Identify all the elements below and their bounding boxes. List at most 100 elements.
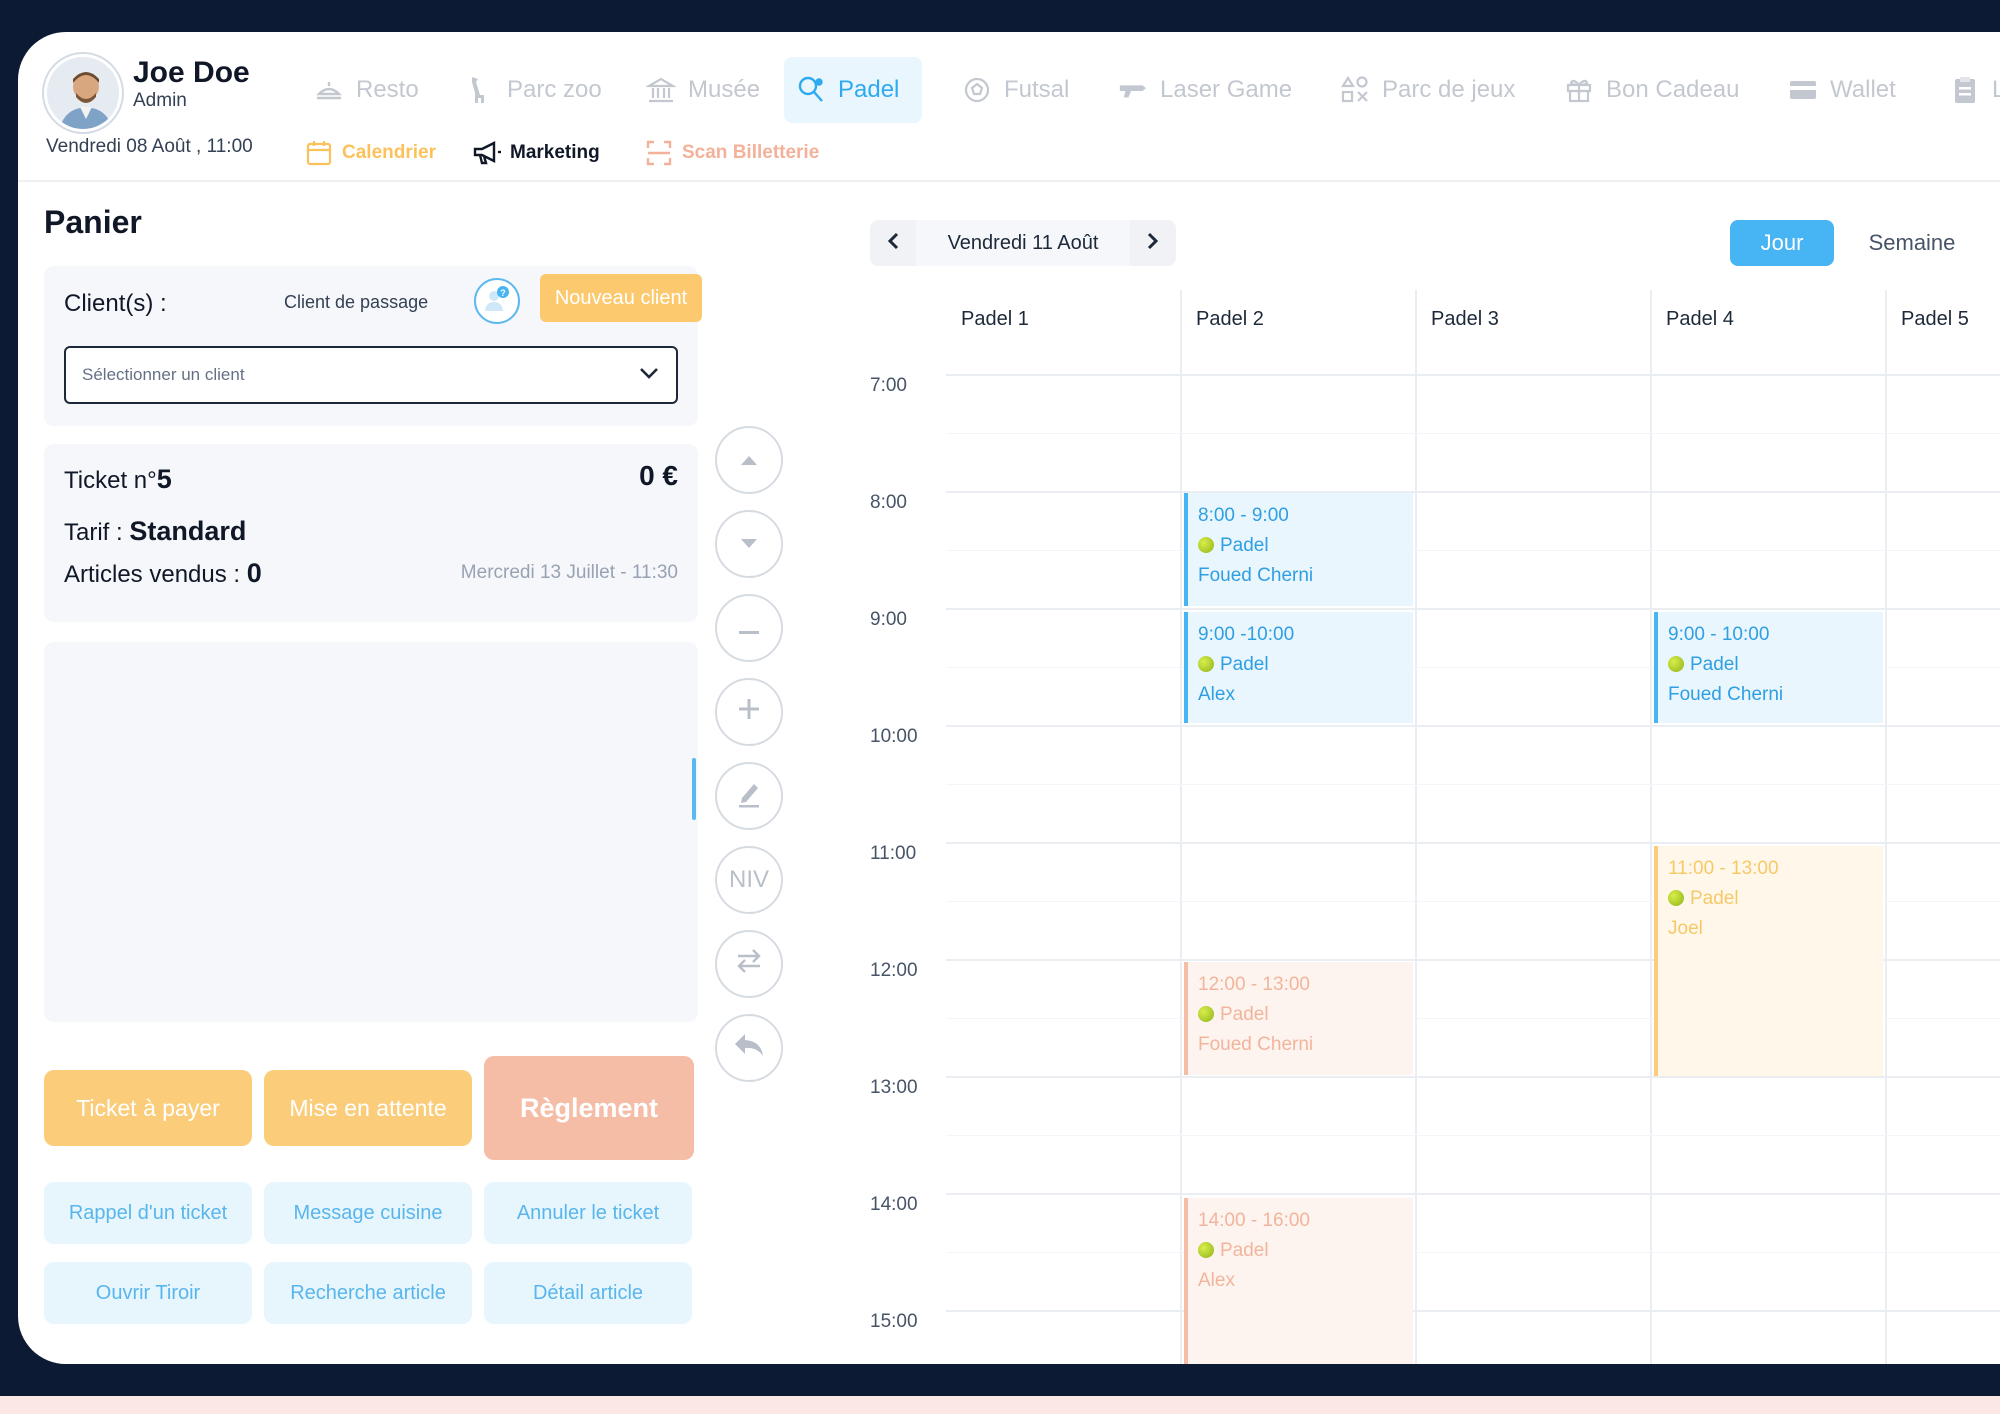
- nav-label: Padel: [838, 76, 900, 103]
- client-section: Client(s) : Client de passage ? Nouveau …: [44, 266, 702, 426]
- column-divider: [1180, 290, 1182, 1364]
- time-label: 10:00: [870, 726, 918, 747]
- walk-in-client-button[interactable]: ?: [474, 278, 520, 324]
- chevron-left-icon: [886, 231, 900, 256]
- ticket-summary: Ticket n°5 0 € Tarif : Standard Articles…: [44, 444, 698, 622]
- nav-item-parc-zoo[interactable]: Parc zoo: [453, 57, 614, 123]
- nav-item-resto[interactable]: Resto: [302, 57, 431, 123]
- client-label: Client(s) :: [64, 290, 167, 317]
- giraffe-icon: [465, 75, 495, 105]
- event-client: Foued Cherni: [1668, 684, 1784, 705]
- time-label: 11:00: [870, 843, 917, 864]
- nav-item-musee[interactable]: Musée: [634, 57, 772, 123]
- article-detail-button[interactable]: Détail article: [484, 1262, 692, 1324]
- reply-arrow-icon: [733, 1031, 765, 1066]
- subnav-scan-billetterie[interactable]: Scan Billetterie: [644, 136, 819, 170]
- football-icon: [962, 75, 992, 105]
- time-label: 12:00: [870, 960, 918, 981]
- increase-button[interactable]: [715, 678, 783, 746]
- svg-text:?: ?: [500, 288, 506, 298]
- court-header: Padel 3: [1431, 308, 1499, 330]
- calendar-event[interactable]: 9:00 -10:00 Padel Alex: [1184, 612, 1413, 723]
- event-activity: Padel: [1220, 654, 1269, 675]
- nav-item-lis[interactable]: Lis: [1938, 57, 2000, 123]
- decrease-button[interactable]: [715, 594, 783, 662]
- hour-line: [946, 374, 2000, 376]
- passage-label: Client de passage: [284, 292, 429, 312]
- event-activity: Padel: [1220, 1004, 1269, 1025]
- nav-item-futsal[interactable]: Futsal: [950, 57, 1081, 123]
- calendar-event[interactable]: 11:00 - 13:00 Padel Joel: [1654, 846, 1883, 1076]
- half-hour-line: [946, 784, 2000, 785]
- calendar-event[interactable]: 8:00 - 9:00 Padel Foued Cherni: [1184, 493, 1413, 606]
- padel-ball-icon: [1198, 1242, 1214, 1258]
- move-down-button[interactable]: [715, 510, 783, 578]
- undo-button[interactable]: [715, 1014, 783, 1082]
- app-window: Joe Doe Admin Vendredi 08 Août , 11:00 R…: [18, 32, 2000, 1364]
- ticket-date: Mercredi 13 Juillet - 11:30: [460, 562, 678, 583]
- calendar-icon: [304, 138, 334, 168]
- subnav-calendrier[interactable]: Calendrier: [304, 136, 436, 170]
- kitchen-message-button[interactable]: Message cuisine: [264, 1182, 472, 1244]
- nav-item-bon-cadeau[interactable]: Bon Cadeau: [1552, 57, 1751, 123]
- edit-button[interactable]: [715, 762, 783, 830]
- hour-line: [946, 842, 2000, 844]
- event-client: Foued Cherni: [1198, 565, 1314, 586]
- event-time: 8:00 - 9:00: [1198, 505, 1289, 526]
- next-day-button[interactable]: [1130, 220, 1176, 266]
- cancel-ticket-button[interactable]: Annuler le ticket: [484, 1182, 692, 1244]
- chevron-down-icon: [638, 365, 660, 385]
- padel-ball-icon: [1668, 890, 1684, 906]
- calendar-event[interactable]: 12:00 - 13:00 Padel Foued Cherni: [1184, 962, 1413, 1075]
- event-activity: Padel: [1690, 888, 1739, 909]
- scrollbar[interactable]: [692, 758, 696, 820]
- nav-item-padel[interactable]: Padel: [784, 57, 922, 123]
- view-week-button[interactable]: Semaine: [1852, 220, 1972, 266]
- time-label: 13:00: [870, 1077, 918, 1098]
- move-up-button[interactable]: [715, 426, 783, 494]
- header: Joe Doe Admin Vendredi 08 Août , 11:00 R…: [18, 32, 2000, 182]
- previous-day-button[interactable]: [870, 220, 916, 266]
- open-drawer-button[interactable]: Ouvrir Tiroir: [44, 1262, 252, 1324]
- minus-icon: [739, 614, 759, 642]
- nav-label: Parc de jeux: [1382, 76, 1516, 103]
- payment-button[interactable]: Règlement: [484, 1056, 694, 1160]
- gift-icon: [1564, 75, 1594, 105]
- ticket-lines-area[interactable]: [44, 642, 698, 1022]
- search-article-button[interactable]: Recherche article: [264, 1262, 472, 1324]
- niv-button[interactable]: NIV: [715, 846, 783, 914]
- new-client-button[interactable]: Nouveau client: [540, 274, 702, 322]
- padel-icon: [796, 75, 826, 105]
- recall-ticket-button[interactable]: Rappel d'un ticket: [44, 1182, 252, 1244]
- calendar-event[interactable]: 9:00 - 10:00 Padel Foued Cherni: [1654, 612, 1883, 723]
- user-question-icon: ?: [482, 284, 512, 319]
- client-select[interactable]: Sélectionner un client: [64, 346, 678, 404]
- clipboard-icon: [1950, 75, 1980, 105]
- put-on-hold-button[interactable]: Mise en attente: [264, 1070, 472, 1146]
- hour-line: [946, 608, 2000, 610]
- ticket-number: Ticket n°5: [64, 464, 172, 494]
- half-hour-line: [946, 1252, 2000, 1253]
- triangle-up-icon: [739, 446, 759, 474]
- view-day-button[interactable]: Jour: [1730, 220, 1834, 266]
- transfer-button[interactable]: [715, 930, 783, 998]
- ticket-to-pay-button[interactable]: Ticket à payer: [44, 1070, 252, 1146]
- tarif: Tarif : Standard: [64, 516, 247, 546]
- ticket-amount: 0 €: [639, 460, 678, 491]
- main-nav: Resto Parc zoo Musée Padel Futsal Laser …: [18, 32, 2000, 182]
- nav-item-parc-de-jeux[interactable]: Parc de jeux: [1328, 57, 1527, 123]
- calendar-event[interactable]: 14:00 - 16:00 Padel Alex: [1184, 1198, 1413, 1364]
- nav-item-laser-game[interactable]: Laser Game: [1106, 57, 1304, 123]
- time-label: 14:00: [870, 1194, 918, 1215]
- nav-label: Musée: [688, 76, 761, 103]
- subnav-label: Scan Billetterie: [682, 142, 820, 163]
- subnav-marketing[interactable]: Marketing: [472, 136, 600, 170]
- time-label: 9:00: [870, 609, 907, 630]
- subnav-label: Marketing: [510, 142, 600, 163]
- half-hour-line: [946, 550, 2000, 551]
- nav-item-wallet[interactable]: Wallet: [1776, 57, 1908, 123]
- padel-ball-icon: [1668, 656, 1684, 672]
- pencil-icon: [734, 778, 764, 815]
- megaphone-icon: [472, 138, 502, 168]
- event-client: Joel: [1668, 918, 1703, 939]
